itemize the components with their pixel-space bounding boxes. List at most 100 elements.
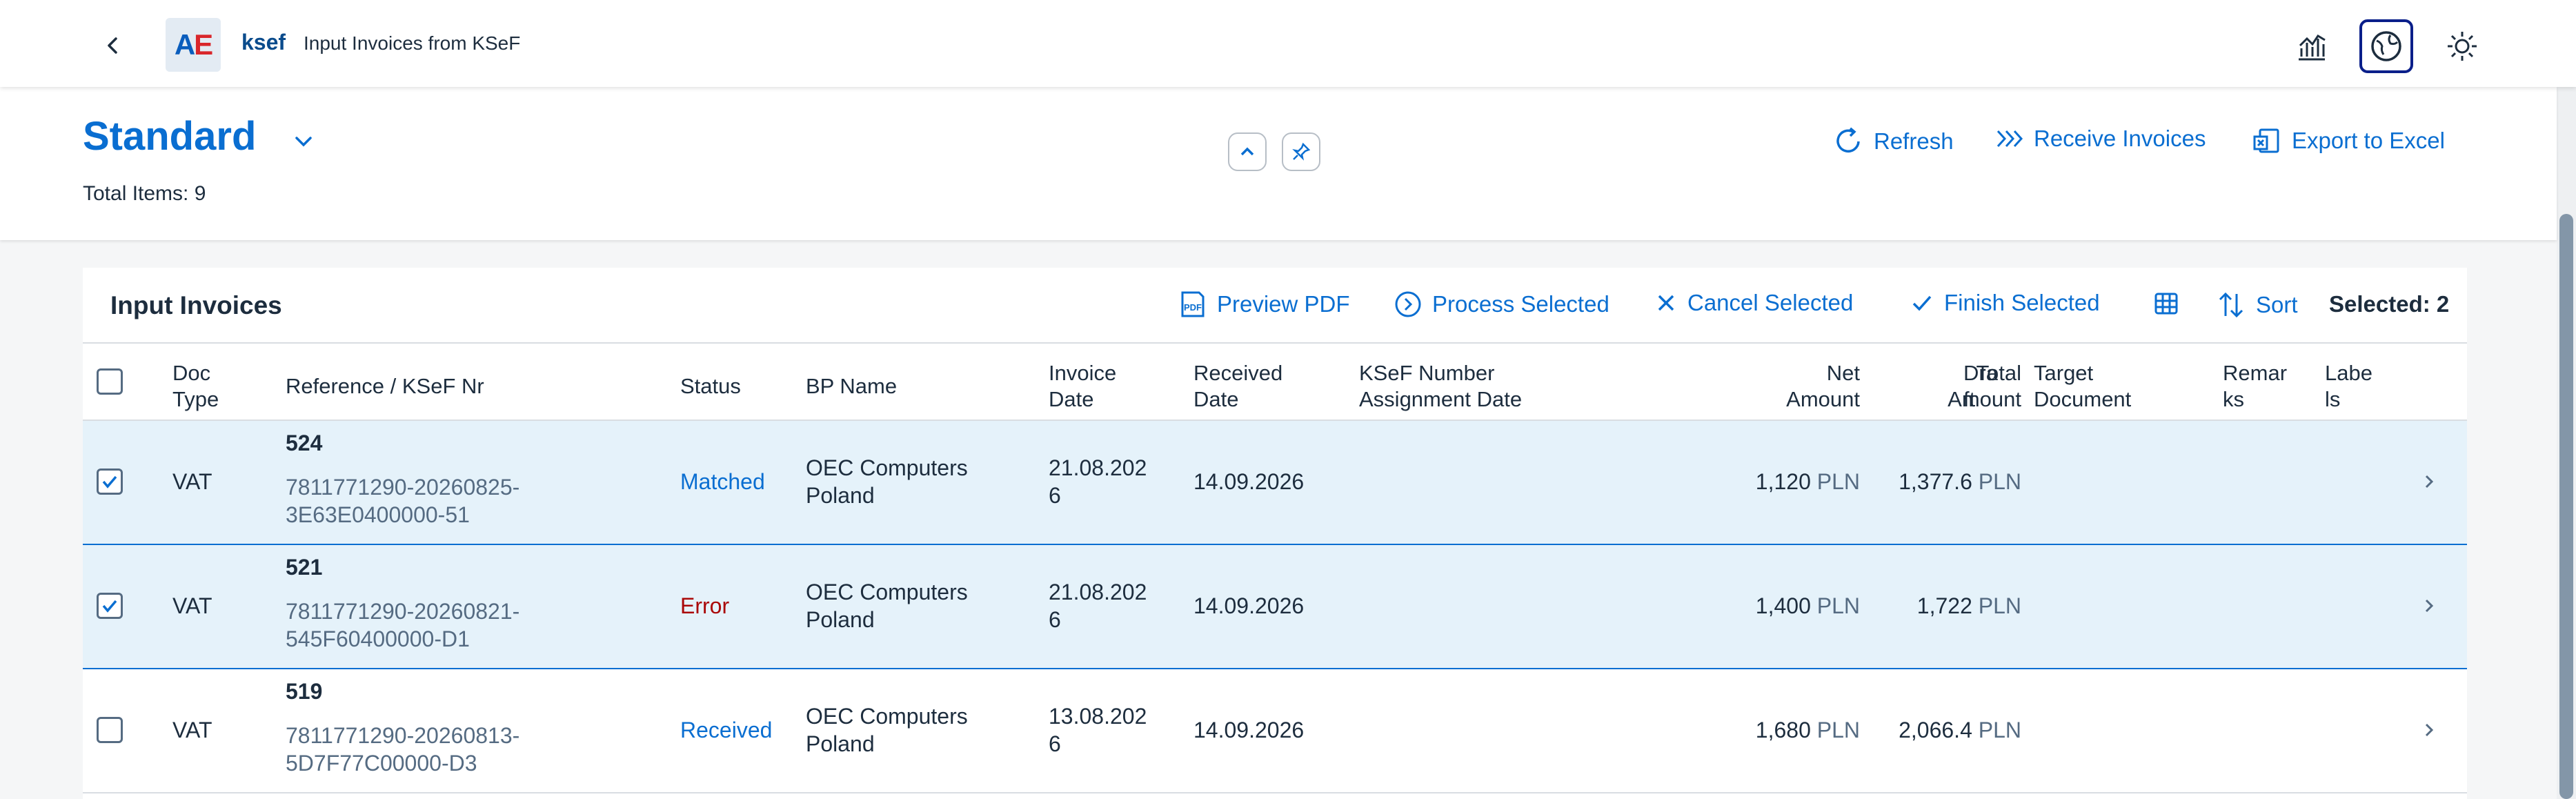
col-doc-type[interactable]: Doc Type [172, 360, 219, 413]
process-selected-button[interactable]: Process Selected [1394, 290, 1609, 319]
logo-letter-a: A [174, 28, 195, 61]
ksef-number: 7811771290-20260813- 5D7F77C00000-D3 [286, 723, 520, 776]
status-text: Received [680, 718, 773, 742]
pdf-icon: PDF [1181, 291, 1205, 317]
doc-type: VAT [172, 469, 212, 494]
col-bp-name[interactable]: BP Name [806, 373, 897, 400]
refresh-button[interactable]: Refresh [1832, 126, 1954, 157]
total-amount: 1,722 PLN [1916, 593, 2021, 618]
sort-label: Sort [2256, 292, 2298, 317]
reference-number: 524 [286, 431, 323, 455]
globe-icon [2371, 31, 2401, 61]
bp-name: OEC Computers Poland [806, 455, 968, 508]
select-all-checkbox[interactable] [97, 368, 123, 395]
table-toolbar: Input Invoices PDF Preview PDF Process S… [83, 268, 2467, 344]
row-navigation[interactable] [2417, 469, 2442, 494]
chevron-right-icon [2425, 723, 2434, 737]
col-received-date[interactable]: Received Date [1193, 360, 1282, 413]
column-settings-button[interactable] [2152, 290, 2180, 317]
scrollbar-thumb[interactable] [2559, 214, 2573, 799]
preview-pdf-label: Preview PDF [1217, 291, 1350, 317]
total-amount: 2,066.4 PLN [1899, 718, 2021, 742]
globe-button[interactable] [2359, 19, 2413, 73]
sun-icon [2448, 32, 2477, 61]
preview-pdf-button[interactable]: PDF Preview PDF [1178, 290, 1350, 319]
invoice-date: 21.08.202 6 [1049, 455, 1147, 508]
variant-title[interactable]: Standard [83, 113, 256, 159]
cancel-selected-button[interactable]: Cancel Selected [1654, 290, 1853, 316]
row-checkbox[interactable] [97, 593, 123, 619]
logo-letter-e: E [194, 28, 213, 61]
sort-icon [2219, 292, 2243, 318]
ksef-number: 7811771290-20260821- 545F60400000-D1 [286, 599, 520, 651]
sort-button[interactable]: Sort [2216, 290, 2298, 320]
collapse-header-button[interactable] [1228, 132, 1267, 171]
analytics-icon [2299, 34, 2326, 61]
analytics-button[interactable] [2285, 19, 2339, 73]
reference-number: 521 [286, 555, 323, 580]
refresh-icon [1836, 127, 1860, 153]
status-text: Error [680, 593, 730, 618]
table-title: Input Invoices [110, 291, 282, 319]
total-amount: 1,377.6 PLN [1899, 469, 2021, 494]
table-row[interactable]: VAT 521 7811771290-20260821- 545F60400000-D… [83, 545, 2467, 670]
pin-header-button[interactable] [1282, 132, 1320, 171]
close-icon [1658, 295, 1674, 311]
invoice-date: 13.08.202 6 [1049, 704, 1147, 756]
process-selected-label: Process Selected [1432, 291, 1609, 317]
col-ksef-assignment-date[interactable]: KSeF Number Assignment Date [1359, 360, 1522, 413]
col-target-document[interactable]: Target Document [2034, 360, 2131, 413]
app-subtitle: Input Invoices from KSeF [304, 32, 521, 54]
doc-type: VAT [172, 718, 212, 742]
cancel-selected-label: Cancel Selected [1687, 290, 1854, 315]
col-labels[interactable]: Labe ls [2325, 360, 2372, 413]
circle-arrow-right-icon [1395, 291, 1421, 317]
export-excel-button[interactable]: Export to Excel [2252, 126, 2445, 156]
table-settings-icon [2154, 293, 2178, 315]
col-total-amount[interactable]: Total Amount [1876, 360, 2021, 413]
ksef-number: 7811771290-20260825- 3E63E0400000-51 [286, 475, 520, 527]
double-chevron-right-icon [1997, 130, 2023, 148]
receive-invoices-label: Receive Invoices [2034, 126, 2206, 151]
row-navigation[interactable] [2417, 593, 2442, 618]
col-status[interactable]: Status [680, 373, 741, 400]
chevron-down-icon[interactable] [290, 128, 317, 156]
finish-selected-label: Finish Selected [1944, 290, 2100, 315]
app-logo[interactable]: AE [166, 18, 221, 72]
bp-name: OEC Computers Poland [806, 580, 968, 632]
chevron-right-icon [2425, 599, 2434, 613]
doc-type: VAT [172, 593, 212, 618]
input-invoices-table: Input Invoices PDF Preview PDF Process S… [83, 268, 2467, 799]
col-net-amount[interactable]: Net Amount [1670, 360, 1860, 413]
row-checkbox[interactable] [97, 468, 123, 495]
table-row[interactable]: VAT 519 7811771290-20260813- 5D7F77C00000-D… [83, 669, 2467, 793]
refresh-label: Refresh [1874, 128, 1954, 154]
col-draft[interactable]: Dra ft [1963, 360, 1998, 413]
total-items: Total Items: 9 [83, 182, 206, 205]
col-remarks[interactable]: Remar ks [2223, 360, 2287, 413]
received-date: 14.09.2026 [1193, 718, 1305, 742]
col-reference[interactable]: Reference / KSeF Nr [286, 373, 484, 400]
bp-name: OEC Computers Poland [806, 704, 968, 756]
pin-icon [1292, 142, 1311, 161]
svg-text:PDF: PDF [1184, 302, 1202, 313]
theme-button[interactable] [2435, 19, 2489, 73]
chevron-left-icon [108, 37, 117, 54]
app-name: ksef [241, 30, 286, 55]
col-invoice-date[interactable]: Invoice Date [1049, 360, 1116, 413]
shell-bar: AE ksef Input Invoices from KSeF [0, 0, 2576, 87]
row-checkbox[interactable] [97, 717, 123, 743]
finish-selected-button[interactable]: Finish Selected [1910, 290, 2100, 316]
checkmark-icon [102, 475, 117, 489]
receive-invoices-button[interactable]: Receive Invoices [1995, 126, 2206, 152]
chevron-right-icon [2425, 475, 2434, 489]
received-date: 14.09.2026 [1193, 593, 1305, 618]
back-button[interactable] [95, 28, 131, 63]
row-navigation[interactable] [2417, 718, 2442, 742]
table-header-row: Doc Type Reference / KSeF Nr Status BP Na… [83, 344, 2467, 421]
reference-number: 519 [286, 679, 323, 704]
checkmark-icon [102, 600, 117, 613]
received-date: 14.09.2026 [1193, 469, 1305, 494]
table-row[interactable]: VAT 524 7811771290-20260825- 3E63E0400000-5… [83, 421, 2467, 546]
checkmark-icon [1912, 295, 1932, 311]
